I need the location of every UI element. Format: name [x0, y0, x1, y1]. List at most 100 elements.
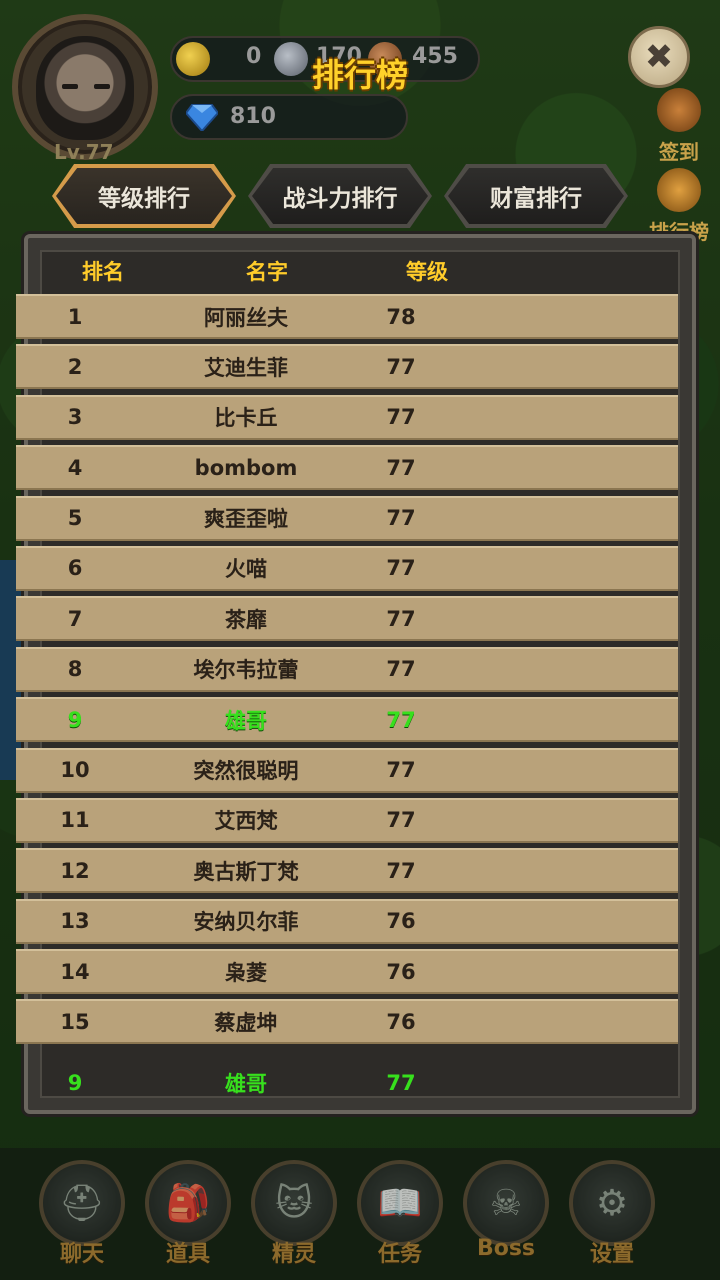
level-cell: 77	[386, 657, 416, 682]
diamond-icon	[186, 104, 218, 131]
nav-button-3[interactable]: 📖 任务	[354, 1160, 446, 1270]
tab-level-ranking[interactable]: 等级排行	[52, 164, 236, 228]
header-rank: 排名	[82, 260, 124, 284]
name-cell: 突然很聪明	[193, 759, 299, 784]
nav-button-ring: ⛑	[39, 1160, 125, 1246]
header-name: 名字	[246, 260, 288, 284]
close-icon: ✖	[644, 37, 674, 77]
rank-cell: 11	[60, 808, 90, 833]
my-name: 雄哥	[225, 1072, 267, 1096]
table-row[interactable]: 4 bombom 77	[16, 445, 678, 491]
rank-cell: 15	[60, 1009, 90, 1034]
nav-button-ring: ⚙	[569, 1160, 655, 1246]
name-cell: 艾西梵	[214, 809, 278, 834]
level-cell: 77	[386, 858, 416, 883]
nav-button-1[interactable]: 🎒 道具	[142, 1160, 234, 1270]
table-row[interactable]: 6 火喵 77	[16, 545, 678, 591]
tab-power-ranking[interactable]: 战斗力排行	[248, 164, 432, 228]
rank-cell: 1	[67, 304, 83, 329]
nav-button-5[interactable]: ⚙ 设置	[566, 1160, 658, 1270]
rank-cell: 13	[60, 909, 90, 934]
level-cell: 76	[386, 909, 416, 934]
nav-button-ring: 🎒	[145, 1160, 231, 1246]
name-cell: 奥古斯丁梵	[193, 859, 299, 884]
my-level: 77	[386, 1071, 416, 1095]
side-button-checkin[interactable]: 签到	[648, 88, 710, 165]
cat-icon: 🐱	[275, 1182, 313, 1224]
name-cell: 蔡虚坤	[214, 1010, 278, 1035]
rank-cell: 3	[67, 405, 83, 430]
nav-label: 精灵	[271, 1242, 316, 1267]
table-row[interactable]: 15 蔡虚坤 76	[16, 999, 678, 1045]
backpack-icon: 🎒	[165, 1183, 211, 1224]
nav-label: 设置	[589, 1242, 634, 1267]
rank-cell: 9	[67, 707, 83, 732]
my-rank-row: 9 雄哥 77	[16, 1059, 678, 1107]
side-button-label: 签到	[659, 140, 699, 164]
name-cell: 枭菱	[225, 960, 267, 985]
nav-button-ring: 📖	[357, 1160, 443, 1246]
rank-cell: 4	[67, 455, 83, 480]
rank-cell: 7	[67, 606, 83, 631]
medal-icon	[657, 168, 701, 212]
table-row[interactable]: 10 突然很聪明 77	[16, 747, 678, 793]
table-row[interactable]: 13 安纳贝尔菲 76	[16, 898, 678, 944]
name-cell: 爽歪歪啦	[204, 507, 288, 532]
page-title: 排行榜	[311, 56, 408, 94]
name-cell: 安纳贝尔菲	[193, 910, 299, 935]
name-cell: 比卡丘	[214, 406, 278, 431]
table-row[interactable]: 8 埃尔韦拉蕾 77	[16, 646, 678, 692]
close-button[interactable]: ✖	[628, 26, 690, 88]
table-row[interactable]: 11 艾西梵 77	[16, 797, 678, 843]
name-cell: 艾迪生菲	[204, 355, 288, 380]
tab-label: 等级排行	[98, 186, 190, 212]
name-cell: 火喵	[225, 557, 267, 582]
nav-label: 道具	[165, 1242, 210, 1267]
table-row[interactable]: 2 艾迪生菲 77	[16, 344, 678, 390]
calendar-icon	[657, 88, 701, 132]
level-cell: 77	[386, 455, 416, 480]
rank-cell: 14	[60, 959, 90, 984]
level-cell: 77	[386, 808, 416, 833]
level-cell: 77	[386, 354, 416, 379]
tab-wealth-ranking[interactable]: 财富排行	[444, 164, 628, 228]
table-row[interactable]: 9 雄哥 77	[16, 697, 678, 743]
tab-label: 财富排行	[490, 186, 582, 212]
book-icon: 📖	[377, 1183, 423, 1224]
level-cell: 78	[386, 304, 416, 329]
tab-label: 战斗力排行	[282, 186, 398, 212]
name-cell: bombom	[194, 455, 298, 480]
level-cell: 76	[386, 1009, 416, 1034]
table-row[interactable]: 1 阿丽丝夫 78	[16, 294, 678, 339]
name-cell: 阿丽丝夫	[204, 305, 288, 330]
nav-button-0[interactable]: ⛑ 聊天	[36, 1160, 128, 1270]
helmet-icon: ⛑	[59, 1183, 105, 1224]
rank-cell: 8	[67, 657, 83, 682]
rank-cell: 2	[67, 354, 83, 379]
table-row[interactable]: 5 爽歪歪啦 77	[16, 495, 678, 541]
name-cell: 雄哥	[225, 708, 267, 733]
nav-button-ring: 🐱	[251, 1160, 337, 1246]
skull-icon: ☠	[489, 1182, 523, 1224]
level-cell: 77	[386, 606, 416, 631]
table-row[interactable]: 12 奥古斯丁梵 77	[16, 848, 678, 894]
table-row[interactable]: 7 茶靡 77	[16, 596, 678, 642]
name-cell: 埃尔韦拉蕾	[193, 658, 299, 683]
gem-amount: 810	[230, 104, 276, 129]
rank-cell: 12	[60, 858, 90, 883]
table-row[interactable]: 3 比卡丘 77	[16, 394, 678, 440]
nav-button-4[interactable]: ☠ Boss	[460, 1160, 552, 1270]
nav-button-2[interactable]: 🐱 精灵	[248, 1160, 340, 1270]
rank-cell: 10	[60, 758, 90, 783]
player-level: Lv.77	[54, 140, 114, 164]
gear-icon: ⚙	[595, 1182, 629, 1224]
nav-label: 任务	[377, 1242, 422, 1267]
level-cell: 76	[386, 959, 416, 984]
rank-cell: 5	[67, 506, 83, 531]
nav-label: 聊天	[59, 1242, 104, 1267]
my-rank: 9	[67, 1071, 83, 1095]
table-row[interactable]: 14 枭菱 76	[16, 949, 678, 995]
level-cell: 77	[386, 405, 416, 430]
nav-label: Boss	[476, 1236, 536, 1261]
leaderboard-list[interactable]: 1 阿丽丝夫 78 2 艾迪生菲 77 3 比卡丘 77 4 bombom 77 5 爽歪歪啦 77 6 火喵 7…	[16, 294, 678, 1058]
